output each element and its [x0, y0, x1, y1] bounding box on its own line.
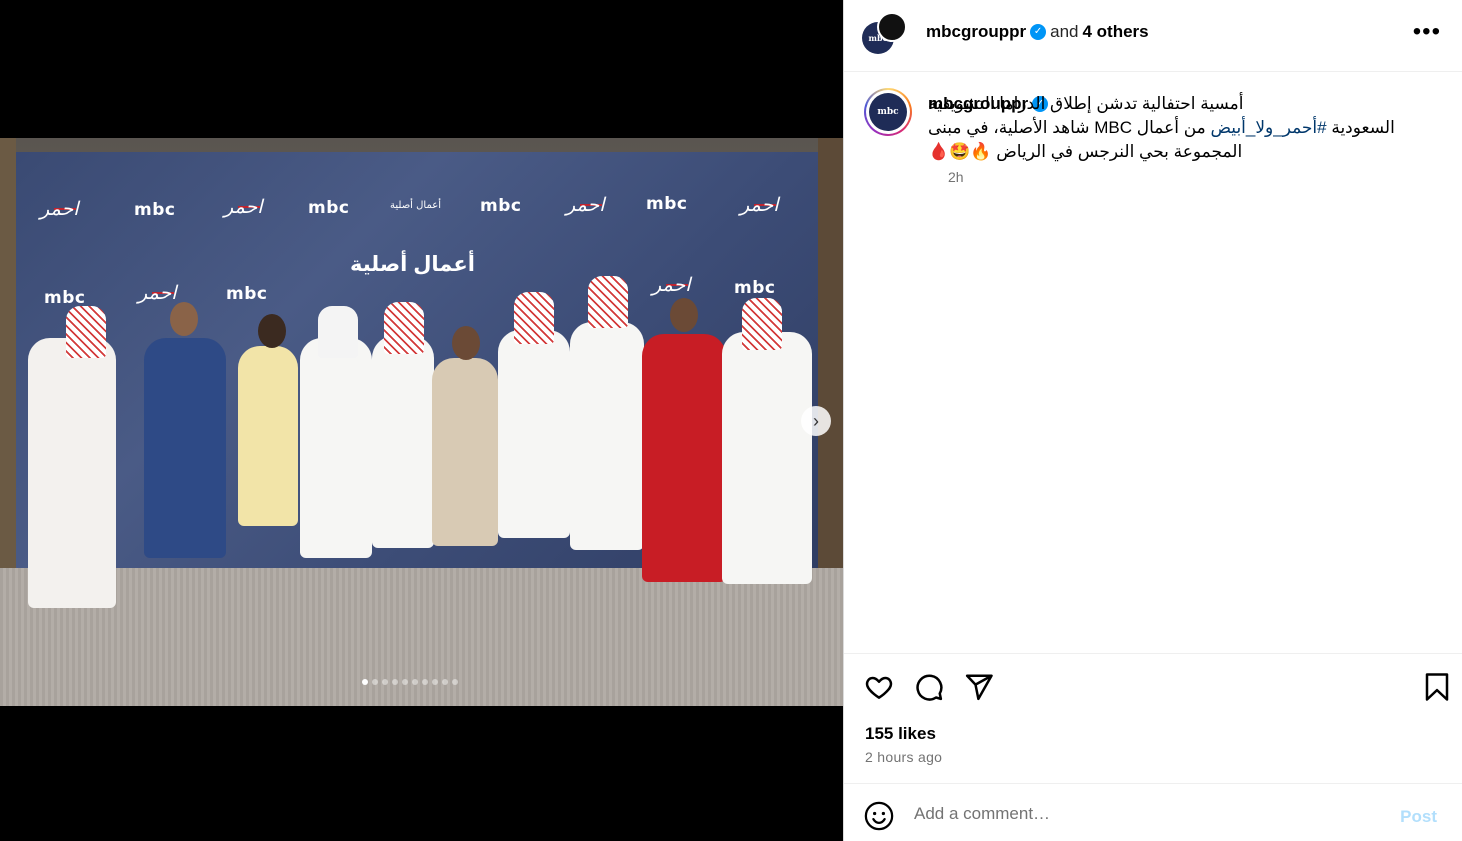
chevron-right-icon: › — [813, 411, 819, 431]
person-head — [258, 314, 286, 348]
like-heart-icon[interactable] — [864, 672, 894, 702]
person-figure — [372, 336, 434, 548]
likes-count[interactable]: 155 likes — [865, 724, 936, 744]
carousel-dot — [362, 679, 368, 685]
collaborator-avatar[interactable] — [877, 12, 907, 42]
show-logo: احمر — [224, 196, 263, 218]
post-comment-button[interactable]: Post — [1400, 807, 1437, 827]
person-headwear — [588, 276, 628, 328]
carousel-dot — [432, 679, 438, 685]
carousel-dot — [422, 679, 428, 685]
person-headwear — [742, 298, 782, 350]
share-send-icon[interactable] — [964, 672, 994, 702]
caption-line: أمسية احتفالية تدشن إطلاق الدراما التشوي… — [928, 94, 1244, 113]
carousel-dot — [392, 679, 398, 685]
comment-bar: Post — [844, 783, 1462, 841]
emoji-icon[interactable] — [864, 801, 894, 831]
mbc-logo: mbc — [308, 198, 350, 218]
originals-hero-text: أعمال أصلية — [350, 253, 475, 276]
person-headwear — [318, 306, 358, 358]
person-figure — [722, 332, 812, 584]
person-figure — [498, 330, 570, 538]
mbc-logo: mbc — [226, 284, 268, 304]
comment-input[interactable] — [914, 801, 1394, 827]
comment-icon[interactable] — [914, 672, 944, 702]
save-bookmark-icon[interactable] — [1422, 672, 1452, 702]
carousel-dots — [362, 679, 458, 685]
carousel-next-button[interactable]: › — [801, 406, 831, 436]
post-media: احمر mbc احمر mbc أعمال أصلية mbc احمر m… — [0, 0, 843, 841]
show-logo: احمر — [40, 198, 79, 220]
caption-line: السعودية #أحمر_ولا_أبيض من أعمال MBC شاه… — [928, 118, 1395, 137]
carousel-dot — [452, 679, 458, 685]
mbc-logo: mbc — [734, 278, 776, 298]
hashtag-link[interactable]: #أحمر_ولا_أبيض — [1210, 118, 1326, 137]
post-actions — [844, 653, 1462, 715]
post-details-panel: mbc mbcgrouppr ✓ and 4 others ••• mbc mb… — [843, 0, 1462, 841]
carousel-dot — [412, 679, 418, 685]
show-logo: احمر — [566, 194, 605, 216]
show-logo: احمر — [138, 282, 177, 304]
author-username[interactable]: mbcgrouppr — [926, 22, 1026, 42]
post-header: mbc mbcgrouppr ✓ and 4 others ••• — [844, 0, 1462, 72]
post-photo: احمر mbc احمر mbc أعمال أصلية mbc احمر m… — [0, 138, 843, 706]
caption-line: المجموعة بحي النرجس في الرياض 🔥🤩🩸 — [928, 142, 1243, 161]
person-figure — [28, 338, 116, 608]
caption-avatar-ring[interactable]: mbc — [864, 88, 912, 136]
more-options-icon[interactable]: ••• — [1413, 18, 1441, 46]
photo-floor — [0, 568, 843, 706]
verified-badge-icon: ✓ — [1030, 24, 1047, 40]
carousel-dot — [442, 679, 448, 685]
person-figure — [144, 338, 226, 558]
person-head — [452, 326, 480, 360]
person-headwear — [66, 306, 106, 358]
person-head — [670, 298, 698, 332]
carousel-dot — [382, 679, 388, 685]
and-text: and — [1050, 22, 1079, 41]
person-figure — [300, 338, 372, 558]
show-logo: احمر — [740, 194, 779, 216]
carousel-dot — [402, 679, 408, 685]
person-figure — [238, 346, 298, 526]
person-figure — [570, 322, 644, 550]
mbc-logo: mbc — [646, 194, 688, 214]
caption-time[interactable]: 2h — [948, 169, 964, 185]
post-timestamp[interactable]: 2 hours ago — [865, 749, 942, 765]
avatar: mbc — [869, 93, 907, 131]
person-figure — [432, 358, 498, 546]
mbc-logo: mbc — [480, 196, 522, 216]
person-headwear — [514, 292, 554, 344]
person-figure — [642, 334, 726, 582]
mbc-logo: mbc — [134, 200, 176, 220]
show-logo: احمر — [652, 274, 691, 296]
mbc-logo: mbc — [44, 288, 86, 308]
person-headwear — [384, 302, 424, 354]
post-author: mbcgrouppr ✓ and 4 others — [926, 22, 1149, 42]
collaborators-link[interactable]: 4 others — [1082, 22, 1148, 42]
caption-text: أمسية احتفالية تدشن إطلاق الدراما التشوي… — [928, 92, 1428, 164]
carousel-dot — [372, 679, 378, 685]
person-head — [170, 302, 198, 336]
originals-logo: أعمال أصلية — [390, 200, 441, 211]
